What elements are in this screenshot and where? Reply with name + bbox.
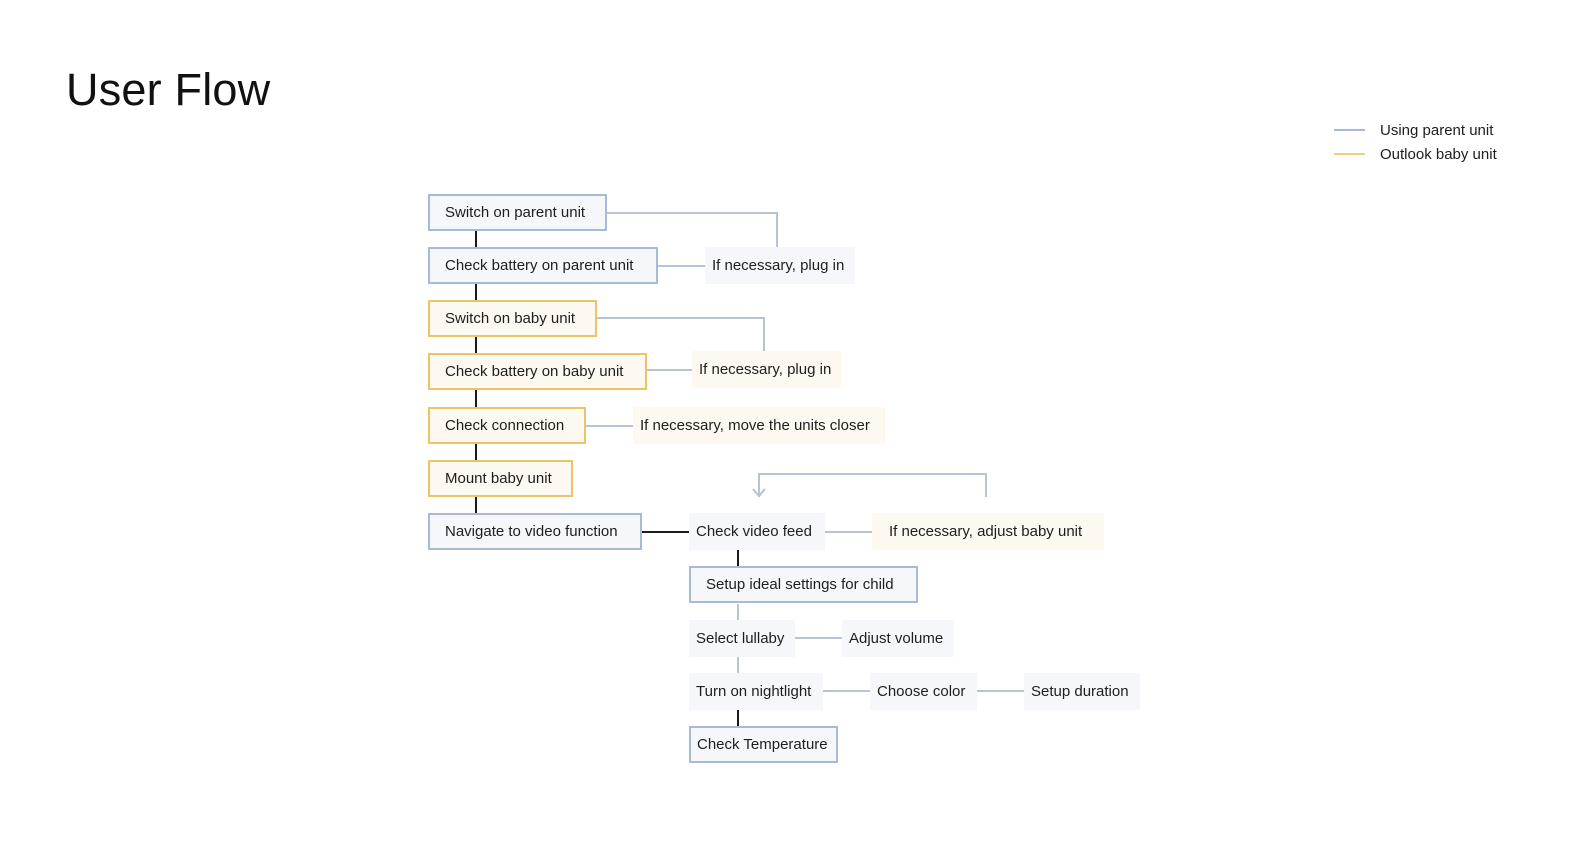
node-check-connection[interactable]: Check connection [428, 407, 586, 444]
node-plug-in-parent[interactable]: If necessary, plug in [705, 247, 855, 284]
node-adjust-volume[interactable]: Adjust volume [842, 620, 954, 657]
node-select-lullaby[interactable]: Select lullaby [689, 620, 795, 657]
node-check-video-feed[interactable]: Check video feed [689, 513, 825, 550]
node-choose-color[interactable]: Choose color [870, 673, 977, 710]
node-check-battery-baby-unit[interactable]: Check battery on baby unit [428, 353, 647, 390]
node-move-units-closer[interactable]: If necessary, move the units closer [633, 407, 885, 444]
connector-side [607, 212, 778, 248]
connector-loop-back [758, 473, 987, 497]
node-adjust-baby-unit[interactable]: If necessary, adjust baby unit [872, 513, 1104, 550]
connector-side [597, 317, 765, 352]
node-mount-baby-unit[interactable]: Mount baby unit [428, 460, 573, 497]
node-check-battery-parent-unit[interactable]: Check battery on parent unit [428, 247, 658, 284]
node-setup-duration[interactable]: Setup duration [1024, 673, 1140, 710]
node-setup-ideal-settings[interactable]: Setup ideal settings for child [689, 566, 918, 603]
node-switch-on-parent-unit[interactable]: Switch on parent unit [428, 194, 607, 231]
node-switch-on-baby-unit[interactable]: Switch on baby unit [428, 300, 597, 337]
node-plug-in-baby[interactable]: If necessary, plug in [692, 351, 841, 388]
node-check-temperature[interactable]: Check Temperature [689, 726, 838, 763]
node-turn-on-nightlight[interactable]: Turn on nightlight [689, 673, 823, 710]
node-navigate-video-function[interactable]: Navigate to video function [428, 513, 642, 550]
